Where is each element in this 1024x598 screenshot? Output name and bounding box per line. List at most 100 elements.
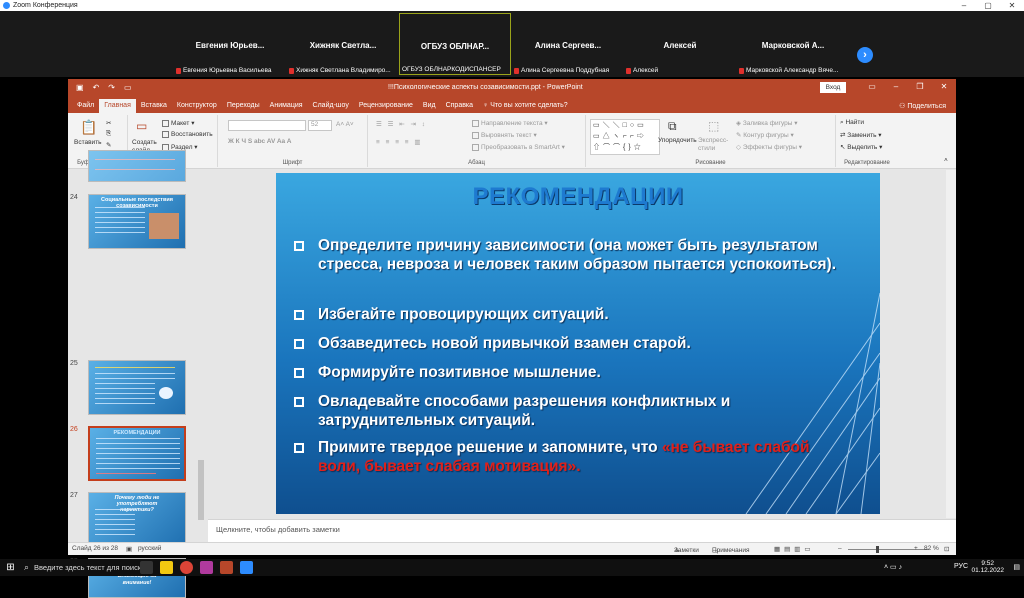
fit-slide-icon[interactable]: ⊡ — [944, 545, 949, 553]
slide-thumbnail[interactable] — [88, 150, 186, 182]
font-name-input[interactable] — [228, 120, 306, 131]
tab-animations[interactable]: Анимация — [265, 99, 308, 113]
language-indicator[interactable]: РУС — [954, 563, 968, 570]
smartart-button[interactable]: Преобразовать в SmartArt ▾ — [472, 143, 565, 151]
powerpoint-icon[interactable] — [220, 561, 233, 574]
copy-icon[interactable]: ⎘ — [106, 130, 111, 138]
paste-icon[interactable]: 📋 — [80, 119, 97, 136]
quick-styles-button[interactable]: Экспресс-стили — [698, 137, 732, 153]
participant-fullname: Алексей — [633, 67, 659, 74]
cut-icon[interactable]: ✂ — [106, 119, 111, 127]
reset-button[interactable]: Восстановить — [162, 131, 213, 138]
tab-help[interactable]: Справка — [441, 99, 478, 113]
font-size-input[interactable]: 52 — [308, 120, 332, 131]
chrome-icon[interactable] — [180, 561, 193, 574]
present-icon[interactable]: ▭ — [124, 83, 132, 92]
maximize-icon[interactable]: ▢ — [976, 1, 1000, 10]
clock[interactable]: 9:52 01.12.2022 — [971, 560, 1004, 574]
group-editing: ⌕ Найти ⇄ Заменить ▾ ↖ Выделить ▾ Редакт… — [836, 115, 898, 167]
notifications-icon[interactable]: ▤ — [1013, 563, 1020, 571]
shape-outline-button[interactable]: ✎ Контур фигуры ▾ — [736, 131, 794, 139]
shape-effects-button[interactable]: ◇ Эффекты фигуры ▾ — [736, 143, 802, 151]
align-text-button[interactable]: Выровнять текст ▾ — [472, 131, 537, 139]
redo-icon[interactable]: ↷ — [108, 83, 115, 92]
ribbon-display-icon[interactable]: ▭ — [860, 82, 884, 91]
ppt-document-title: !!!Психологические аспекты созависимости… — [388, 84, 583, 91]
replace-button[interactable]: ⇄ Заменить ▾ — [840, 131, 882, 139]
format-painter-icon[interactable]: ✎ — [106, 141, 111, 149]
app-icon[interactable] — [200, 561, 213, 574]
next-page-button[interactable]: › — [857, 47, 873, 63]
text-direction-icon — [472, 119, 479, 127]
search-icon[interactable]: ⌕ — [20, 561, 33, 574]
paste-button[interactable]: Вставить — [74, 139, 102, 146]
shape-fill-button[interactable]: ◈ Заливка фигуры ▾ — [736, 119, 798, 127]
participant-tile[interactable]: Алексей Алексей — [624, 13, 736, 75]
arrange-button[interactable]: Упорядочить — [658, 137, 697, 144]
tell-me-search[interactable]: ♀ Что вы хотите сделать? — [478, 99, 573, 113]
thumbnails-scrollbar[interactable] — [196, 170, 206, 542]
slide-bullet: Обзаведитесь новой привычкой взамен стар… — [294, 334, 854, 353]
slide-scrollbar[interactable] — [946, 170, 956, 518]
language-indicator[interactable]: русский — [138, 545, 161, 552]
layout-button[interactable]: Макет ▾ — [162, 119, 194, 127]
spellcheck-icon[interactable]: ▣ — [126, 545, 132, 553]
slide-thumbnail[interactable]: Социальные последствия созависимости — [88, 194, 186, 249]
participant-tile[interactable]: Хижняк Светла... Хижняк Светлана Владими… — [287, 13, 399, 75]
scrollbar-thumb[interactable] — [198, 460, 204, 520]
text-direction-button[interactable]: Направление текста ▾ — [472, 119, 548, 127]
collapse-ribbon-icon[interactable]: ˄ — [944, 157, 948, 164]
minimize-icon[interactable]: – — [884, 82, 908, 91]
grow-font-icon[interactable]: A˄ A˅ — [336, 121, 354, 128]
new-slide-icon[interactable]: ▭ — [136, 119, 147, 133]
find-button[interactable]: ⌕ Найти — [840, 119, 864, 127]
zoom-slider-knob[interactable] — [876, 546, 879, 553]
select-button[interactable]: ↖ Выделить ▾ — [840, 143, 882, 151]
slide-thumbnail[interactable] — [88, 360, 186, 415]
tab-file[interactable]: Файл — [72, 99, 99, 113]
zoom-level[interactable]: 82 % — [924, 545, 939, 552]
list-buttons[interactable]: ☰ ☰ ⇤ ⇥ ↕ — [376, 120, 427, 128]
zoom-icon[interactable] — [240, 561, 253, 574]
slide-thumbnail[interactable]: Почему люди не употребляют наркотики? — [88, 492, 186, 547]
file-explorer-icon[interactable] — [160, 561, 173, 574]
zoom-out-icon[interactable]: – — [838, 545, 842, 552]
minimize-icon[interactable]: – — [952, 1, 976, 10]
font-style-buttons[interactable]: Ж К Ч S abc AV Aa A — [228, 138, 291, 145]
restore-icon[interactable]: ❐ — [908, 82, 932, 91]
participant-tile[interactable]: Марковской А... Марковской Александр Вяч… — [737, 13, 849, 75]
tab-design[interactable]: Конструктор — [172, 99, 222, 113]
tab-slideshow[interactable]: Слайд-шоу — [308, 99, 354, 113]
arrange-icon[interactable]: ⧉ — [668, 119, 677, 134]
participant-tile[interactable]: Евгения Юрьев... Евгения Юрьевна Василье… — [174, 13, 286, 75]
slide-thumbnail-current[interactable]: РЕКОМЕНДАЦИИ — [88, 426, 186, 481]
tab-view[interactable]: Вид — [418, 99, 441, 113]
tab-transitions[interactable]: Переходы — [222, 99, 265, 113]
participant-tile[interactable]: Алина Сергеев... Алина Сергеевна Поддубн… — [512, 13, 624, 75]
quick-styles-icon[interactable]: ⬚ — [708, 119, 719, 133]
align-buttons[interactable]: ≡ ≡ ≡ ≡ ▥ — [376, 138, 423, 146]
share-button[interactable]: ⚇ Поделиться — [899, 100, 956, 113]
slide-bullet: Овладевайте способами разрешения конфлик… — [294, 392, 854, 430]
save-icon[interactable]: ▣ — [76, 83, 84, 92]
tray-icons[interactable]: ˄ ▭ ♪ — [884, 563, 902, 571]
shapes-gallery[interactable]: ▭＼＼□○▭ ▭△ヽ⌐⌐⇨ ⇧⌒⌒{}☆ — [590, 119, 660, 155]
notes-pane[interactable]: Щелкните, чтобы добавить заметки — [208, 519, 956, 542]
tab-home[interactable]: Главная — [99, 99, 136, 113]
current-slide[interactable]: РЕКОМЕНДАЦИИ Определите причину зависимо… — [276, 173, 880, 514]
participant-tile-active[interactable]: ОГБУЗ ОБЛНАР... ОГБУЗ ОБЛНАРКОДИСПАНСЕР — [399, 13, 511, 75]
view-buttons[interactable]: ▦▤▥▭ — [774, 545, 815, 553]
close-icon[interactable]: ✕ — [1000, 1, 1024, 10]
task-view-icon[interactable] — [140, 561, 153, 574]
undo-icon[interactable]: ↶ — [93, 83, 100, 92]
slide-bullet: Примите твердое решение и запомните, что… — [294, 438, 854, 476]
tab-review[interactable]: Рецензирование — [354, 99, 418, 113]
group-font: 52 A˄ A˅ Ж К Ч S abc AV Aa A Шрифт — [218, 115, 368, 167]
taskbar-search[interactable]: Введите здесь текст для поиска — [34, 563, 146, 572]
tab-insert[interactable]: Вставка — [136, 99, 172, 113]
thumbnail-bird — [159, 387, 173, 399]
close-icon[interactable]: ✕ — [932, 82, 956, 91]
login-button[interactable]: Вход — [820, 82, 846, 93]
windows-start-icon[interactable]: ⊞ — [4, 561, 17, 574]
zoom-in-icon[interactable]: + — [914, 545, 918, 552]
